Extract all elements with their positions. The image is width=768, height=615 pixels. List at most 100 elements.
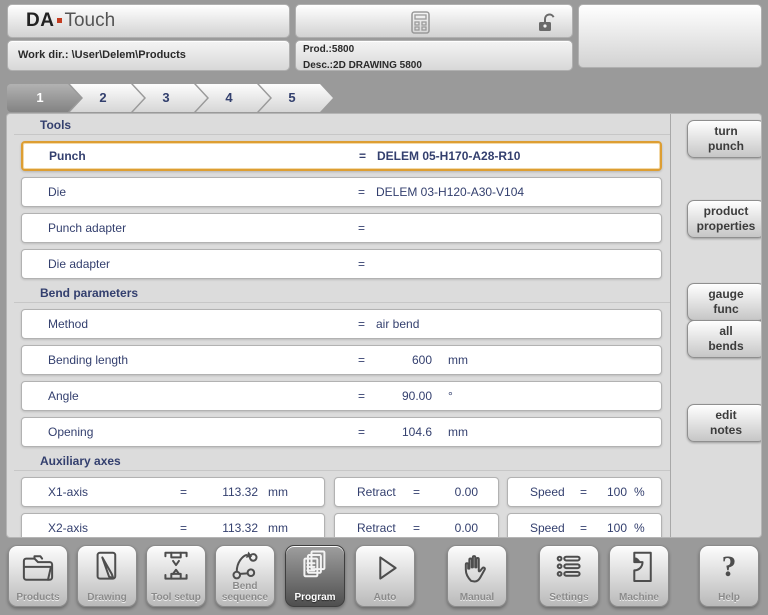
header-logo-panel: DATouch (7, 4, 290, 38)
equals-sign: = (180, 514, 187, 538)
opening-label: Opening (48, 418, 93, 446)
equals-sign: = (580, 478, 587, 506)
opening-row[interactable]: Opening = 104.6 mm (21, 417, 662, 447)
x2-axis-unit: mm (268, 514, 288, 538)
x1-axis-value: 113.32 (200, 478, 258, 506)
equals-sign: = (358, 382, 365, 410)
tool-setup-icon (154, 548, 198, 588)
work-dir-panel: Work dir.: \User\Delem\Products (7, 40, 290, 71)
program-button[interactable]: Program (285, 545, 345, 607)
speed-unit: % (634, 514, 645, 538)
x2-axis-value: 113.32 (200, 514, 258, 538)
retract-value: 0.00 (430, 514, 478, 538)
tab-step-2[interactable]: 2 (70, 84, 144, 112)
tool-setup-button[interactable]: Tool setup (146, 545, 206, 607)
equals-sign: = (358, 178, 365, 206)
punch-value: DELEM 05-H170-A28-R10 (377, 143, 520, 169)
equals-sign: = (358, 250, 365, 278)
step-tabs: 1 2 3 4 5 (7, 84, 407, 112)
prod-text: Prod.:5800 (296, 41, 572, 57)
method-row[interactable]: Method = air bend (21, 309, 662, 339)
tab-step-5[interactable]: 5 (259, 84, 333, 112)
retract-label: Retract (357, 514, 396, 538)
x1-axis-unit: mm (268, 478, 288, 506)
x1-axis-row: X1-axis = 113.32 mm Retract = 0.00 Speed… (14, 477, 670, 507)
speed-unit: % (634, 478, 645, 506)
punch-adapter-label: Punch adapter (48, 214, 126, 242)
x1-axis-label: X1-axis (48, 478, 88, 506)
die-label: Die (48, 178, 66, 206)
punch-adapter-row[interactable]: Punch adapter = (21, 213, 662, 243)
die-adapter-label: Die adapter (48, 250, 110, 278)
x1-speed-field[interactable]: Speed = 100 % (507, 477, 662, 507)
x1-axis-field[interactable]: X1-axis = 113.32 mm (21, 477, 325, 507)
equals-sign: = (359, 143, 366, 169)
drawing-icon (85, 548, 129, 588)
help-button[interactable]: ? Help (699, 545, 759, 607)
logo-red-dot (57, 18, 62, 23)
speed-label: Speed (530, 514, 565, 538)
settings-button[interactable]: Settings (539, 545, 599, 607)
edit-notes-button[interactable]: edit notes (687, 404, 762, 442)
section-title-auxiliary-axes: Auxiliary axes (14, 451, 670, 471)
help-icon: ? (707, 548, 751, 588)
desc-text: Desc.:2D DRAWING 5800 (296, 57, 572, 73)
logo-touch-text: Touch (64, 10, 115, 31)
equals-sign: = (180, 478, 187, 506)
bending-length-unit: mm (448, 346, 468, 374)
all-bends-button[interactable]: all bends (687, 320, 762, 358)
header-status-panel (295, 4, 573, 38)
product-info-panel: Prod.:5800 Desc.:2D DRAWING 5800 (295, 40, 573, 71)
calculator-icon[interactable] (409, 10, 432, 40)
machine-button[interactable]: Machine (609, 545, 669, 607)
tab-step-3[interactable]: 3 (133, 84, 207, 112)
manual-icon (455, 548, 499, 588)
equals-sign: = (358, 214, 365, 242)
equals-sign: = (358, 310, 365, 338)
section-title-bend-parameters: Bend parameters (14, 283, 670, 303)
bending-length-value: 600 (376, 346, 432, 374)
die-adapter-row[interactable]: Die adapter = (21, 249, 662, 279)
bend-sequence-button[interactable]: Bend sequence (215, 545, 275, 607)
unlock-icon[interactable] (536, 11, 560, 39)
die-row[interactable]: Die = DELEM 03-H120-A30-V104 (21, 177, 662, 207)
manual-button[interactable]: Manual (447, 545, 507, 607)
method-label: Method (48, 310, 88, 338)
side-button-column: turn punch product properties gauge func… (672, 114, 762, 537)
products-button[interactable]: Products (8, 545, 68, 607)
svg-text:?: ? (722, 551, 737, 583)
settings-icon (547, 548, 591, 588)
equals-sign: = (580, 514, 587, 538)
opening-unit: mm (448, 418, 468, 446)
drawing-button[interactable]: Drawing (77, 545, 137, 607)
bending-length-row[interactable]: Bending length = 600 mm (21, 345, 662, 375)
gauge-func-button[interactable]: gauge func (687, 283, 762, 321)
x2-speed-field[interactable]: Speed = 100 % (507, 513, 662, 538)
punch-label: Punch (49, 143, 86, 169)
program-panel: Tools Punch = DELEM 05-H170-A28-R10 Die … (6, 113, 762, 538)
x2-axis-field[interactable]: X2-axis = 113.32 mm (21, 513, 325, 538)
bending-length-label: Bending length (48, 346, 128, 374)
angle-value: 90.00 (376, 382, 432, 410)
equals-sign: = (413, 514, 420, 538)
section-title-tools: Tools (14, 114, 670, 135)
die-value: DELEM 03-H120-A30-V104 (376, 178, 524, 206)
turn-punch-button[interactable]: turn punch (687, 120, 762, 158)
x1-retract-field[interactable]: Retract = 0.00 (334, 477, 499, 507)
tab-step-4[interactable]: 4 (196, 84, 270, 112)
x2-axis-label: X2-axis (48, 514, 88, 538)
equals-sign: = (413, 478, 420, 506)
product-properties-button[interactable]: product properties (687, 200, 762, 238)
auto-button[interactable]: Auto (355, 545, 415, 607)
x2-retract-field[interactable]: Retract = 0.00 (334, 513, 499, 538)
equals-sign: = (358, 418, 365, 446)
tab-step-1[interactable]: 1 (7, 84, 81, 112)
retract-label: Retract (357, 478, 396, 506)
machine-icon (617, 548, 661, 588)
punch-row[interactable]: Punch = DELEM 05-H170-A28-R10 (21, 141, 662, 171)
header-empty-panel (578, 4, 762, 68)
angle-row[interactable]: Angle = 90.00 ° (21, 381, 662, 411)
method-value: air bend (376, 310, 419, 338)
folder-icon (16, 548, 60, 588)
equals-sign: = (358, 346, 365, 374)
